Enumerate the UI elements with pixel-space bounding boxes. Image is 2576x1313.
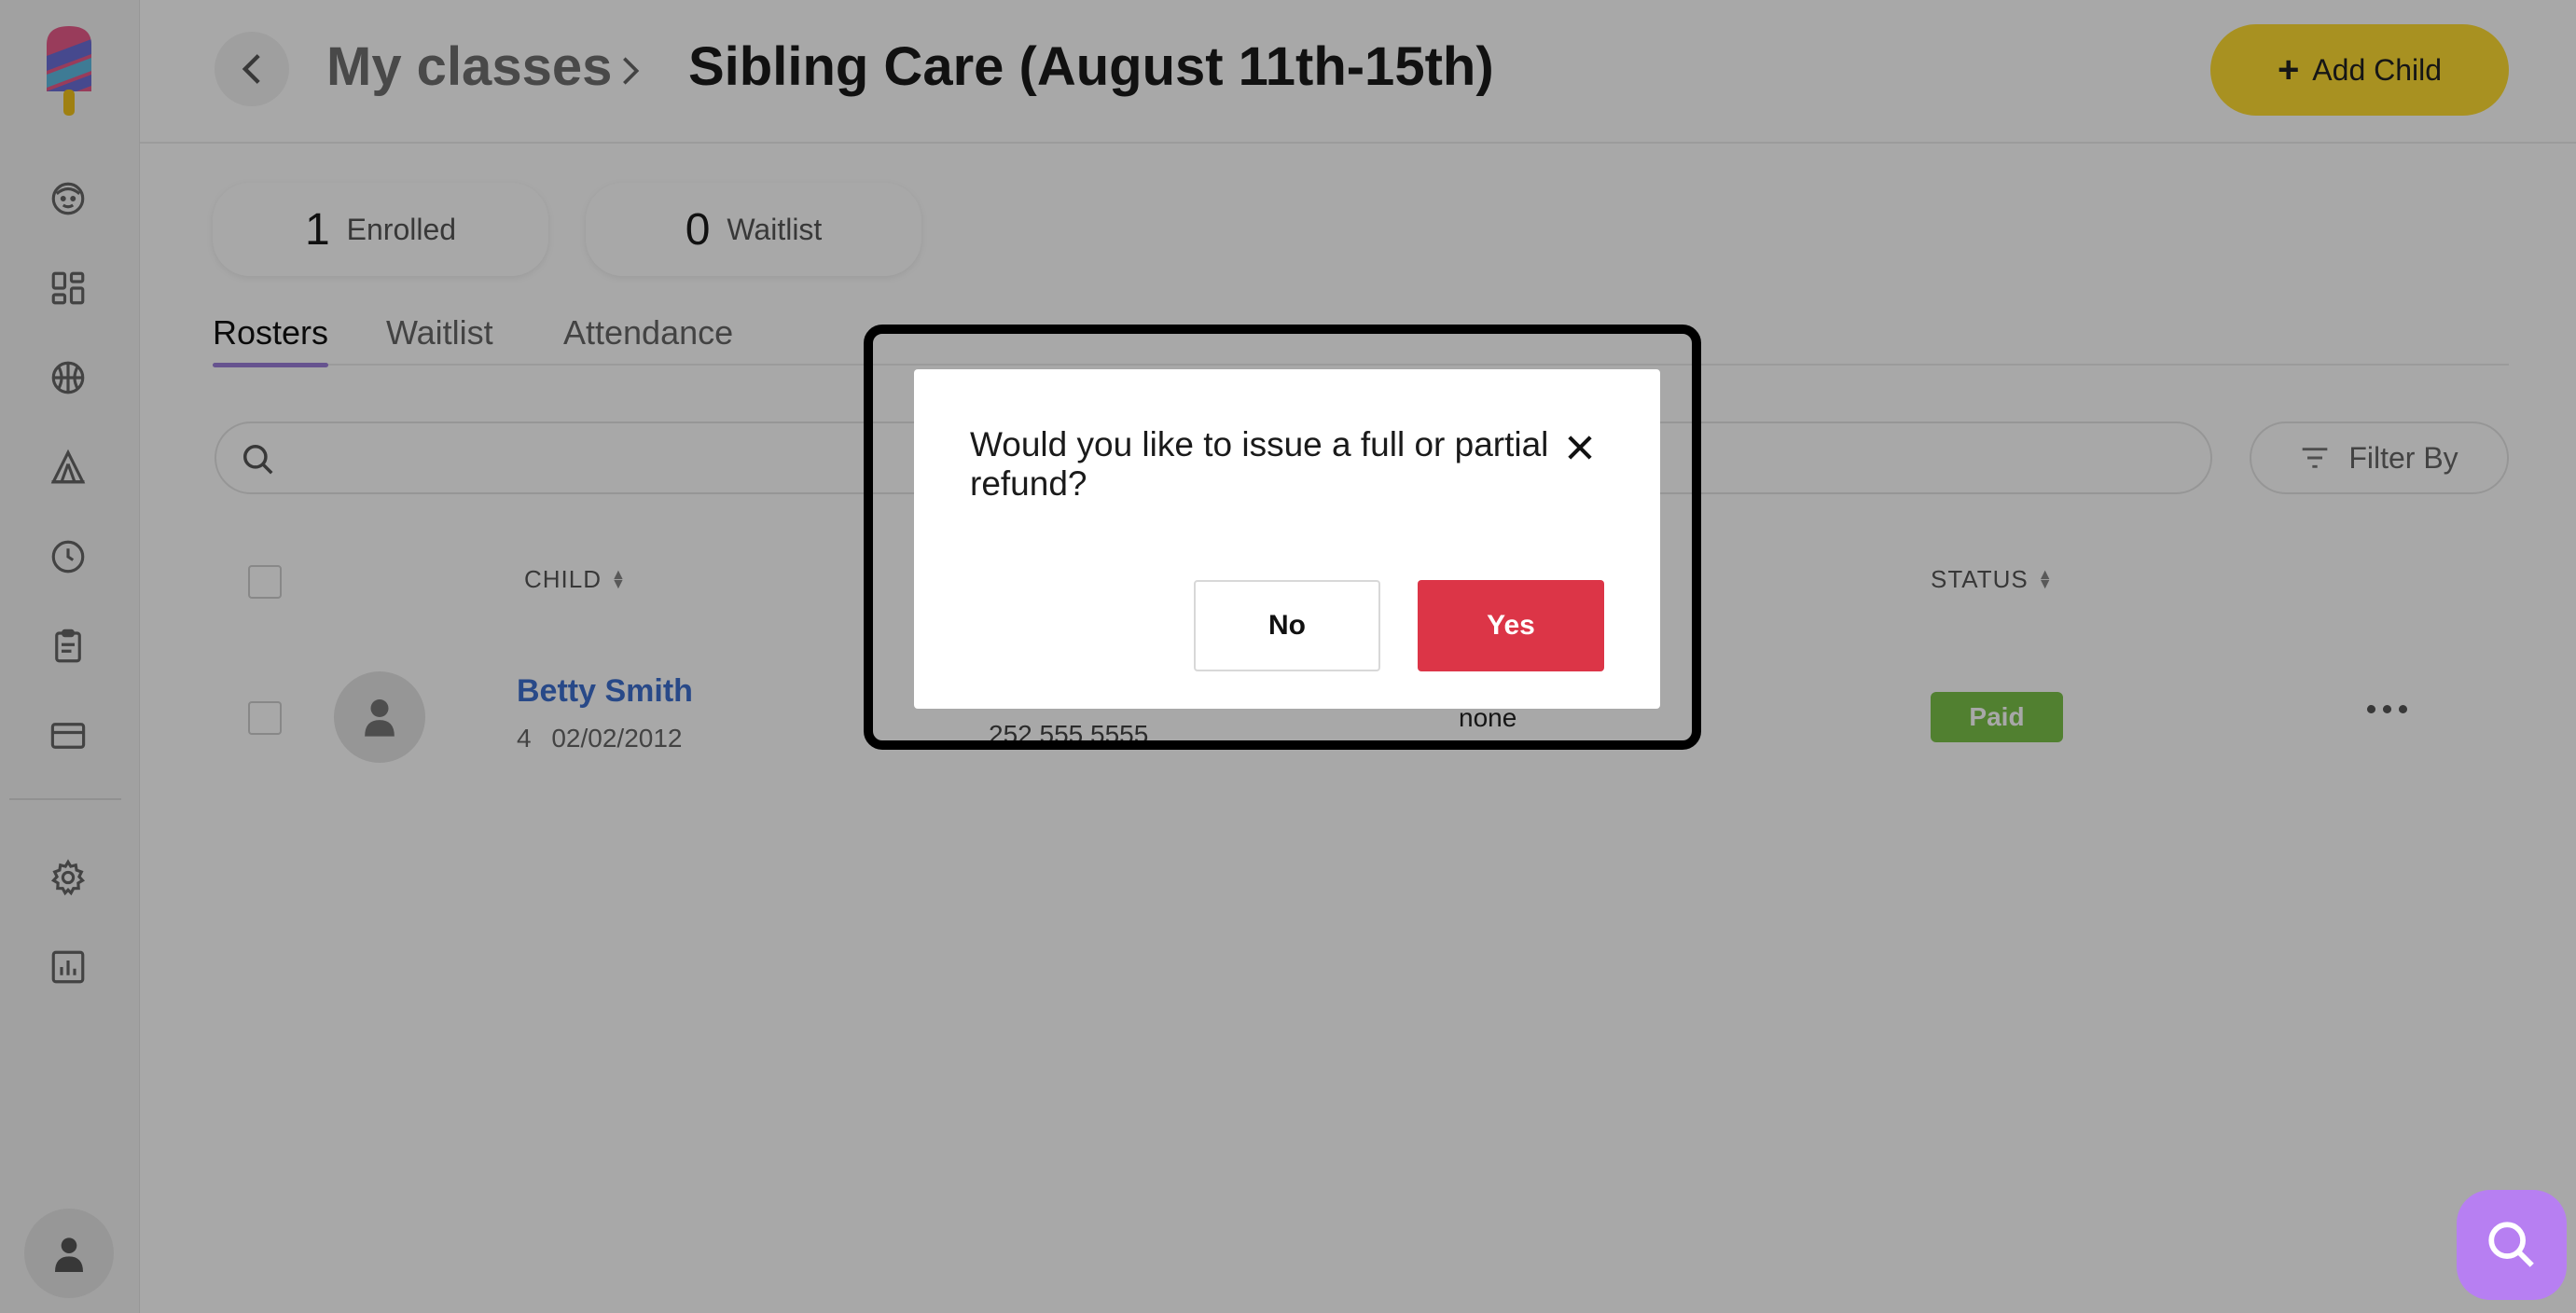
yes-button[interactable]: Yes bbox=[1418, 580, 1604, 671]
help-search-button[interactable] bbox=[2457, 1190, 2567, 1300]
refund-dialog: Would you like to issue a full or partia… bbox=[914, 369, 1660, 709]
refund-dialog-message: Would you like to issue a full or partia… bbox=[970, 425, 1549, 503]
search-icon bbox=[2488, 1222, 2534, 1267]
close-icon[interactable] bbox=[1559, 427, 1600, 468]
no-button[interactable]: No bbox=[1194, 580, 1380, 671]
